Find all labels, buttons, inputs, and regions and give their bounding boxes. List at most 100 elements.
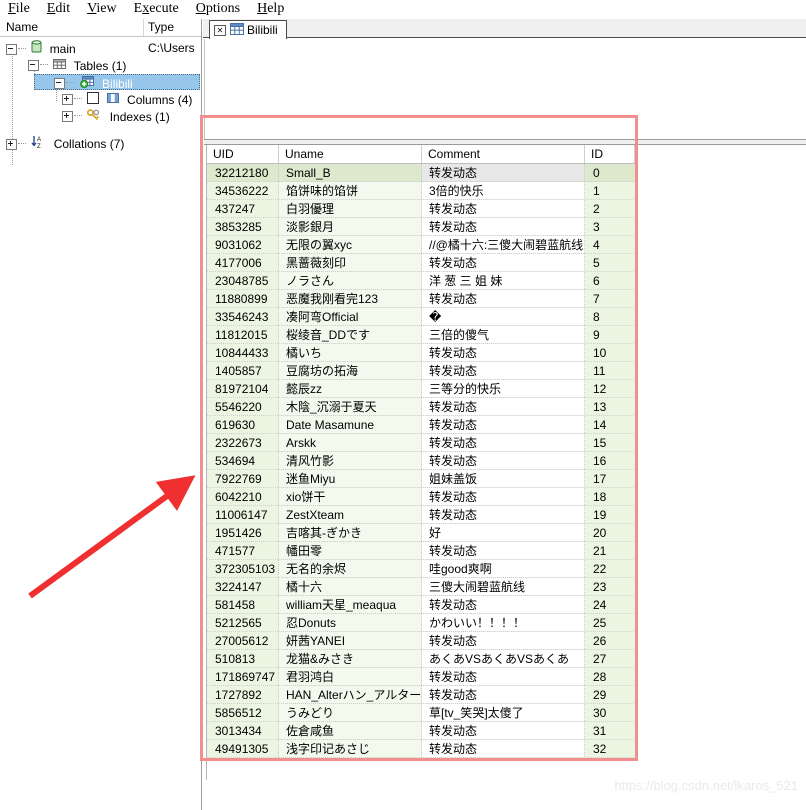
cell-comment[interactable]: 转发动态 [422,722,585,739]
cell-comment[interactable]: 转发动态 [422,254,585,271]
cell-id[interactable]: 17 [585,470,635,487]
table-row[interactable]: 33546243 凑阿弯Official � 8 [207,308,638,326]
menu-item-view[interactable]: View [87,0,117,18]
cell-id[interactable]: 24 [585,596,635,613]
cell-uid[interactable]: 7922769 [207,470,279,487]
menu-item-file[interactable]: File [8,0,30,18]
tree-node-indexes[interactable]: Indexes (1) [62,108,170,124]
cell-comment[interactable]: 转发动态 [422,434,585,451]
expand-icon[interactable] [6,138,17,150]
cell-comment[interactable]: 转发动态 [422,452,585,469]
cell-uname[interactable]: 君羽鸿白 [279,668,422,685]
cell-uid[interactable]: 11006147 [207,506,279,523]
table-row[interactable]: 4177006 黑蔷薇刻印 转发动态 5 [207,254,638,272]
column-header-uname[interactable]: Uname [279,145,422,163]
cell-uname[interactable]: 浅字印记あさじ [279,740,422,757]
cell-uid[interactable]: 32212180 [207,164,279,181]
cell-id[interactable]: 3 [585,218,635,235]
cell-uid[interactable]: 1405857 [207,362,279,379]
table-row[interactable]: 3013434 佐倉咸鱼 转发动态 31 [207,722,638,740]
cell-comment[interactable]: 转发动态 [422,632,585,649]
table-row[interactable]: 1727892 HAN_Alterハン_アルター 转发动态 29 [207,686,638,704]
menu-item-help[interactable]: Help [257,0,284,18]
cell-id[interactable]: 26 [585,632,635,649]
cell-uid[interactable]: 1951426 [207,524,279,541]
cell-uname[interactable]: 忍Donuts [279,614,422,631]
table-row[interactable]: 11812015 桜绫音_DDです 三倍的傻气 9 [207,326,638,344]
cell-comment[interactable]: 转发动态 [422,200,585,217]
cell-id[interactable]: 28 [585,668,635,685]
cell-uname[interactable]: 黑蔷薇刻印 [279,254,422,271]
table-row[interactable]: 619630 Date Masamune 转发动态 14 [207,416,638,434]
cell-uname[interactable]: 桜绫音_DDです [279,326,422,343]
cell-uid[interactable]: 34536222 [207,182,279,199]
cell-id[interactable]: 20 [585,524,635,541]
cell-comment[interactable]: 转发动态 [422,218,585,235]
cell-uid[interactable]: 9031062 [207,236,279,253]
cell-comment[interactable]: かわいい！！！！ [422,614,585,631]
close-icon[interactable]: ✕ [214,24,226,36]
cell-id[interactable]: 2 [585,200,635,217]
cell-id[interactable]: 13 [585,398,635,415]
cell-id[interactable]: 31 [585,722,635,739]
cell-uid[interactable]: 10844433 [207,344,279,361]
cell-uid[interactable]: 11812015 [207,326,279,343]
table-row[interactable]: 23048785 ノラさん洋 葱 三 姐 妹6 [207,272,638,290]
table-row[interactable]: 11880899 恶魔我刚看完123 转发动态 7 [207,290,638,308]
cell-uname[interactable]: ZestXteam [279,506,422,523]
cell-id[interactable]: 19 [585,506,635,523]
cell-uid[interactable]: 4177006 [207,254,279,271]
collapse-icon[interactable] [6,43,17,55]
sql-editor-area[interactable] [204,39,805,139]
cell-uname[interactable]: ノラさん [279,272,422,289]
cell-id[interactable]: 22 [585,560,635,577]
table-row[interactable]: 27005612 妍茜YANEI 转发动态 26 [207,632,638,650]
cell-uname[interactable]: 幡田零 [279,542,422,559]
cell-uid[interactable]: 6042210 [207,488,279,505]
cell-uname[interactable]: 白羽優理 [279,200,422,217]
cell-uid[interactable]: 3013434 [207,722,279,739]
cell-comment[interactable]: 转发动态 [422,290,585,307]
expand-icon[interactable] [62,94,73,106]
table-row[interactable]: 1951426 吉喀其-ぎかき好 20 [207,524,638,542]
cell-uid[interactable]: 5212565 [207,614,279,631]
cell-id[interactable]: 14 [585,416,635,433]
tree-node-main[interactable]: main [6,40,76,56]
cell-id[interactable]: 16 [585,452,635,469]
table-row[interactable]: 6042210 xio饼干 转发动态 18 [207,488,638,506]
cell-uid[interactable]: 171869747 [207,668,279,685]
checkbox-icon[interactable] [87,91,100,108]
cell-comment[interactable]: 三等分的快乐 [422,380,585,397]
cell-uname[interactable]: 恶魔我刚看完123 [279,290,422,307]
table-row[interactable]: 2322673 Arskk 转发动态 15 [207,434,638,452]
cell-uname[interactable]: 迷鱼Miyu [279,470,422,487]
cell-uid[interactable]: 81972104 [207,380,279,397]
cell-comment[interactable]: 转发动态 [422,416,585,433]
table-row[interactable]: 471577 幡田零 转发动态 21 [207,542,638,560]
collapse-icon[interactable] [54,78,66,90]
cell-uid[interactable]: 3853285 [207,218,279,235]
cell-id[interactable]: 29 [585,686,635,703]
cell-id[interactable]: 0 [585,164,635,181]
table-row[interactable]: 581458 william天星_meaqua 转发动态 24 [207,596,638,614]
table-row[interactable]: 11006147 ZestXteam 转发动态 19 [207,506,638,524]
column-header-comment[interactable]: Comment [422,145,585,163]
table-row[interactable]: 510813 龙猫&みさき あくあVSあくあVSあくあ 27 [207,650,638,668]
menu-item-options[interactable]: Options [196,0,240,18]
tree-node-tables[interactable]: Tables (1) [28,57,126,73]
table-row[interactable]: 49491305 浅字印记あさじ 转发动态 32 [207,740,638,758]
table-row[interactable]: 5856512 うみどり 草[tv_笑哭]太傻了 30 [207,704,638,722]
cell-uname[interactable]: william天星_meaqua [279,596,422,613]
cell-uname[interactable]: xio饼干 [279,488,422,505]
cell-id[interactable]: 18 [585,488,635,505]
table-row[interactable]: 10844433 橘いち 转发动态 10 [207,344,638,362]
cell-uname[interactable]: HAN_Alterハン_アルター [279,686,422,703]
cell-id[interactable]: 12 [585,380,635,397]
cell-uname[interactable]: 无限の翼xyc [279,236,422,253]
cell-id[interactable]: 10 [585,344,635,361]
cell-comment[interactable]: 好 [422,524,585,541]
cell-comment[interactable]: 转发动态 [422,362,585,379]
cell-uname[interactable]: 龙猫&みさき [279,650,422,667]
menu-item-execute[interactable]: Execute [134,0,179,18]
cell-id[interactable]: 15 [585,434,635,451]
